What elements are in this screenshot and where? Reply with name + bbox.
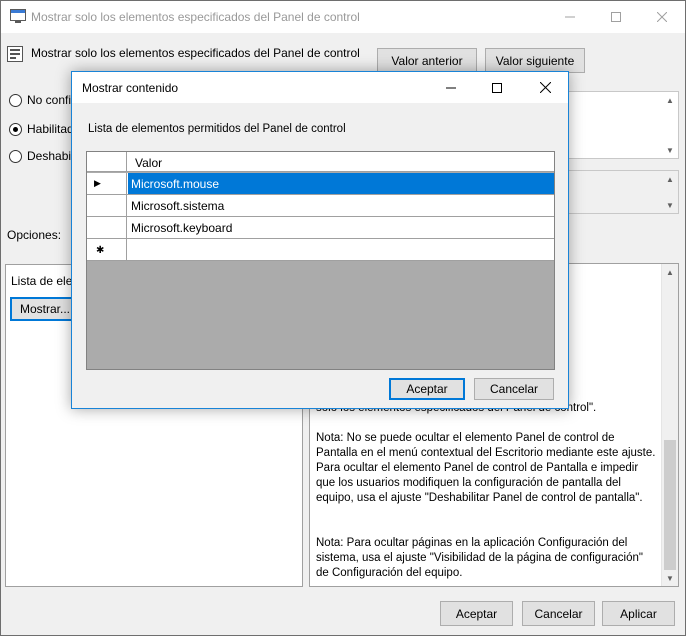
dialog-titlebar: Mostrar contenido [72, 72, 568, 103]
cancel-button[interactable]: Cancelar [522, 601, 595, 626]
radio-circle[interactable] [9, 93, 22, 107]
comment-textbox[interactable]: ▲ ▼ [568, 91, 679, 159]
current-row-arrow-icon: ▶ [94, 178, 101, 188]
dialog-ok-button[interactable]: Aceptar [389, 378, 465, 400]
table-row[interactable]: Microsoft.keyboard [87, 217, 554, 239]
scroll-down-icon[interactable]: ▼ [663, 143, 677, 157]
maximize-icon[interactable] [474, 72, 520, 103]
options-label: Opciones: [7, 228, 62, 242]
values-grid[interactable]: Valor ▶ Microsoft.mouse Microsoft.sistem… [86, 151, 555, 370]
close-icon[interactable] [522, 72, 568, 103]
show-contents-dialog: Mostrar contenido Lista de elementos per… [71, 71, 569, 409]
scroll-down-icon[interactable]: ▼ [663, 198, 677, 212]
main-titlebar: Mostrar solo los elementos especificados… [1, 1, 685, 33]
grid-cell[interactable]: Microsoft.mouse [128, 173, 554, 194]
scrollbar-thumb[interactable] [664, 440, 676, 570]
row-header[interactable]: ▶ [87, 173, 127, 194]
help-note-display: Nota: No se puede ocultar el elemento Pa… [316, 432, 656, 504]
row-header[interactable] [87, 195, 127, 216]
next-setting-button[interactable]: Valor siguiente [485, 48, 585, 73]
scroll-up-icon[interactable]: ▲ [663, 172, 677, 186]
dialog-cancel-button[interactable]: Cancelar [474, 378, 554, 400]
setting-name: Mostrar solo los elementos especificados… [31, 46, 360, 60]
scroll-up-icon[interactable]: ▲ [663, 93, 677, 107]
ok-button[interactable]: Aceptar [440, 601, 513, 626]
grid-corner [87, 152, 127, 172]
allowed-items-label: Lista de elementos permitidos del Panel … [88, 123, 346, 135]
row-header[interactable]: ✱ [87, 239, 127, 260]
show-button[interactable]: Mostrar... [10, 297, 80, 321]
new-row-asterisk-icon: ✱ [96, 245, 105, 256]
minimize-icon[interactable] [428, 72, 474, 103]
help-note-settings: Nota: Para ocultar páginas en la aplicac… [316, 537, 643, 579]
minimize-icon[interactable] [547, 1, 593, 33]
policy-window-icon [10, 9, 26, 23]
help-scrollbar[interactable]: ▲ ▼ [661, 264, 678, 586]
grid-cell-empty[interactable] [128, 239, 554, 260]
policy-setting-icon [7, 46, 23, 62]
grid-cell[interactable]: Microsoft.sistema [128, 195, 554, 216]
new-row[interactable]: ✱ [87, 239, 554, 261]
dialog-title: Mostrar contenido [82, 81, 179, 95]
maximize-icon[interactable] [593, 1, 639, 33]
radio-circle[interactable] [9, 149, 22, 163]
table-row[interactable]: Microsoft.sistema [87, 195, 554, 217]
scroll-up-icon[interactable]: ▲ [663, 265, 677, 279]
window-title: Mostrar solo los elementos especificados… [31, 10, 360, 24]
supported-on-box: ▲ ▼ [568, 170, 679, 214]
grid-cell[interactable]: Microsoft.keyboard [128, 217, 554, 238]
close-icon[interactable] [639, 1, 685, 33]
row-header[interactable] [87, 217, 127, 238]
apply-button[interactable]: Aplicar [602, 601, 675, 626]
radio-enabled[interactable]: Habilitado [9, 122, 80, 136]
radio-circle-checked[interactable] [9, 122, 22, 136]
previous-setting-button[interactable]: Valor anterior [377, 48, 477, 73]
scroll-down-icon[interactable]: ▼ [663, 571, 677, 585]
column-header-valor[interactable]: Valor [135, 156, 162, 170]
grid-header: Valor [87, 152, 554, 172]
table-row[interactable]: ▶ Microsoft.mouse [87, 173, 554, 195]
